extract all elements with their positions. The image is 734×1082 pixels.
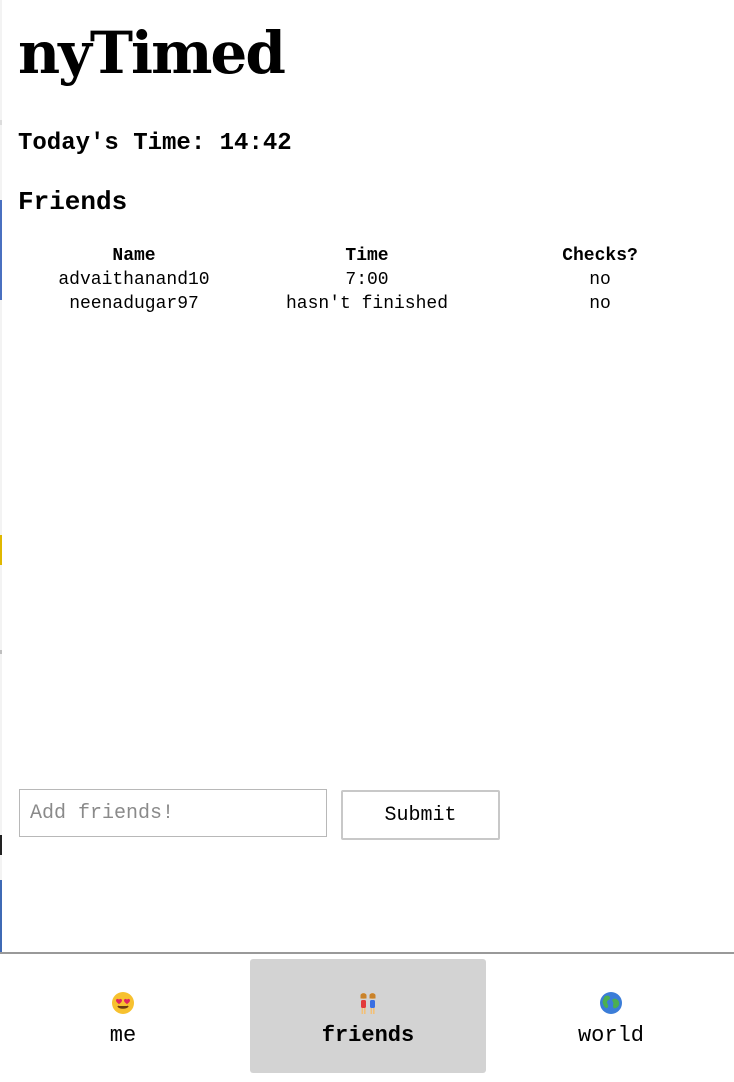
two-women-emoji-icon (250, 991, 486, 1015)
friend-checks: no (589, 270, 611, 290)
friend-checks: no (589, 294, 611, 314)
friends-heading: Friends (18, 187, 128, 217)
table-row: neenadugar97 hasn't finished no (18, 292, 716, 316)
table-row: advaithanand10 7:00 no (18, 268, 716, 292)
submit-button[interactable]: Submit (341, 790, 500, 840)
column-header-time: Time (345, 246, 389, 266)
nav-label-world: world (577, 1023, 644, 1048)
heart-eyes-emoji-icon (5, 991, 241, 1015)
window-edge (0, 0, 2, 1082)
friend-name: neenadugar97 (69, 294, 199, 314)
nav-tab-world[interactable]: world (493, 959, 729, 1073)
app-window: nyTimed Today's Time: 14:42 Friends Name… (0, 0, 734, 1082)
globe-emoji-icon (493, 991, 729, 1015)
nav-tab-me[interactable]: me (5, 959, 241, 1073)
bottom-nav: me friends world (0, 952, 734, 1082)
nav-label-friends: friends (321, 1023, 415, 1048)
friend-name: advaithanand10 (58, 270, 210, 290)
friend-time: 7:00 (345, 270, 389, 290)
column-header-name: Name (112, 246, 156, 266)
column-header-checks: Checks? (562, 246, 638, 266)
app-title: nyTimed (18, 19, 286, 87)
friends-table: Name Time Checks? advaithanand10 7:00 no… (18, 244, 716, 316)
nav-label-me: me (109, 1023, 137, 1048)
todays-time: Today's Time: 14:42 (18, 130, 292, 157)
friend-time: hasn't finished (285, 294, 449, 314)
nav-tab-friends[interactable]: friends (250, 959, 486, 1073)
table-header-row: Name Time Checks? (18, 244, 716, 268)
add-friend-input[interactable] (19, 789, 327, 837)
